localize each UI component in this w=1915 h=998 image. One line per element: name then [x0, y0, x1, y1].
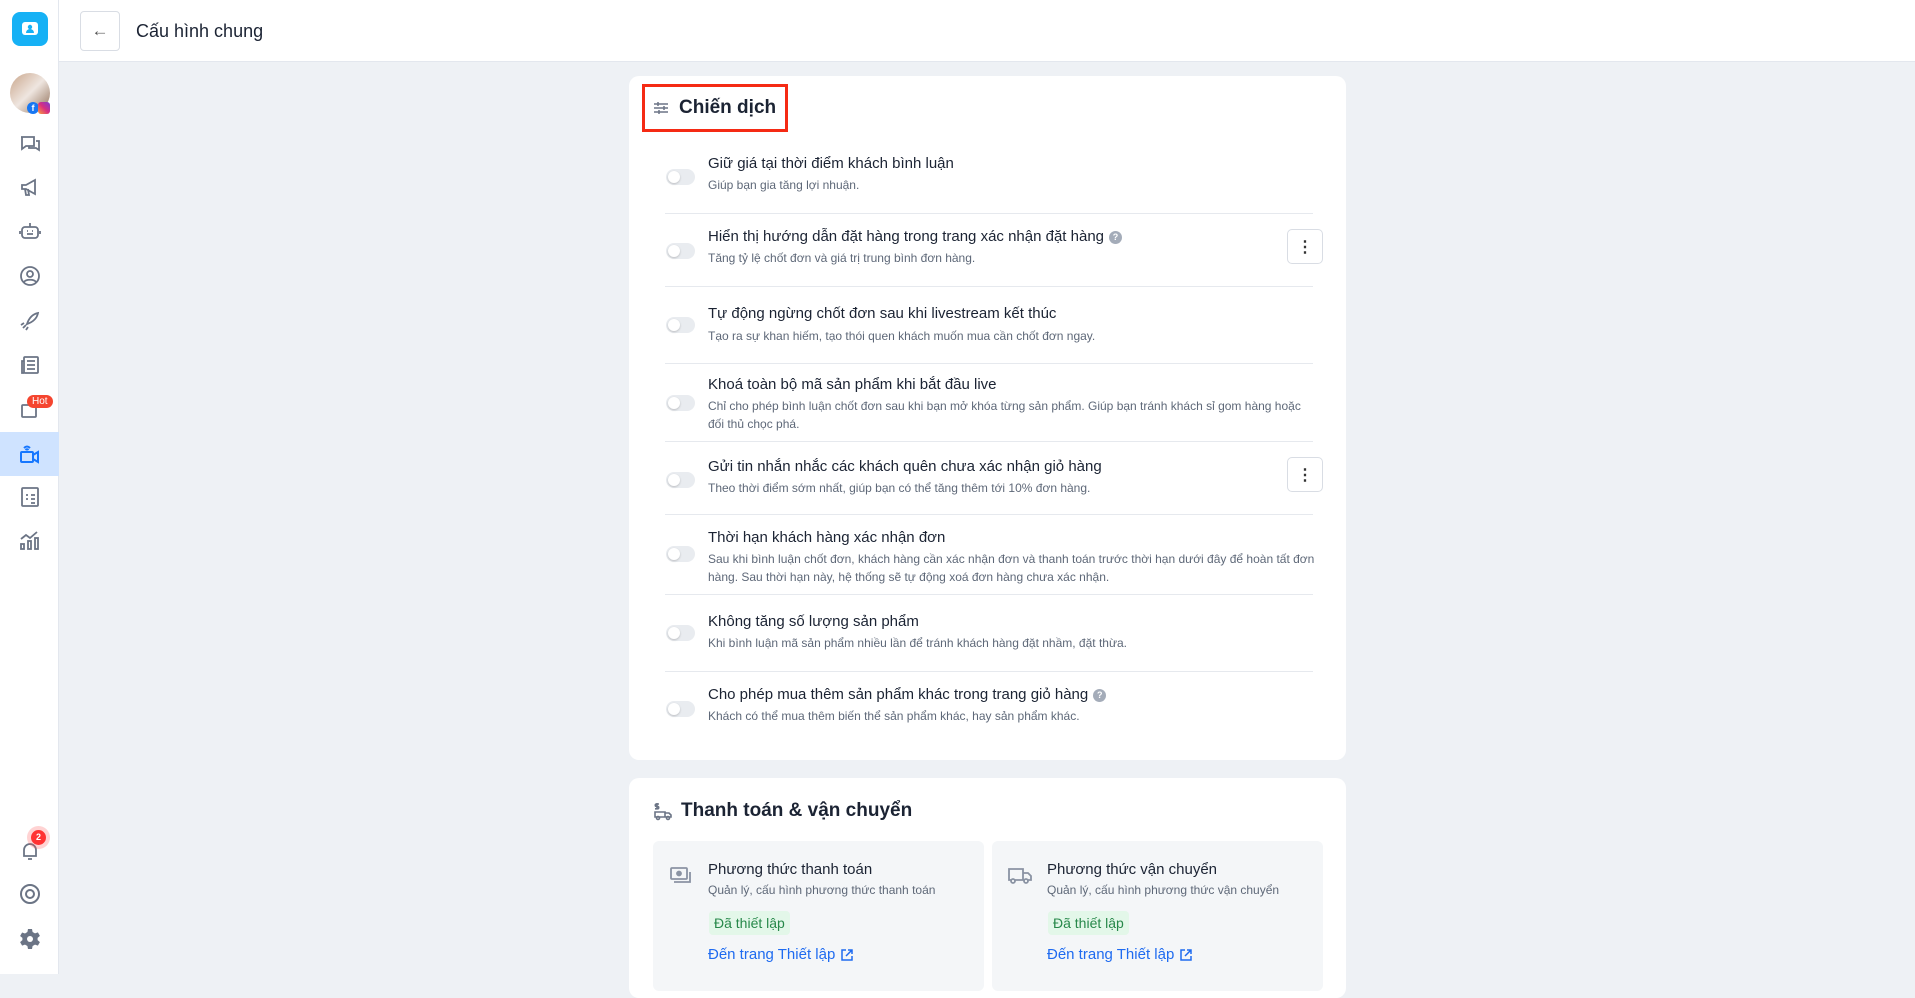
setting-title: Khoá toàn bộ mã sản phẩm khi bắt đầu liv…: [708, 376, 997, 393]
truck-icon: [1008, 868, 1032, 884]
setting-row: Gửi tin nhắn nhắc các khách quên chưa xá…: [665, 442, 1323, 515]
newspaper-icon: [20, 356, 39, 374]
arrow-left-icon: ←: [91, 21, 109, 40]
setting-toggle[interactable]: [666, 169, 695, 185]
setting-toggle[interactable]: [666, 317, 695, 333]
setting-toggle[interactable]: [666, 701, 695, 717]
sidebar-item-orders[interactable]: [0, 477, 59, 517]
page-title: Cấu hình chung: [136, 21, 264, 41]
setting-row: Thời hạn khách hàng xác nhận đơn Sau khi…: [665, 515, 1314, 595]
section-title-text: Thanh toán & vận chuyển: [681, 800, 913, 821]
payment-method-card: Phương thức thanh toán Quản lý, cấu hình…: [653, 841, 984, 991]
kebab-icon: ⋮: [1297, 238, 1313, 256]
sidebar-item-conversations[interactable]: [0, 124, 59, 164]
chat-icon: [20, 136, 40, 152]
section-title-text: Chiến dịch: [679, 97, 777, 118]
lifebuoy-icon: [19, 884, 40, 904]
link-text: Đến trang Thiết lập: [1047, 946, 1175, 963]
chart-icon: [19, 531, 39, 550]
card-title: Phương thức thanh toán: [708, 861, 873, 878]
setting-title: Tự động ngừng chốt đơn sau khi livestrea…: [708, 305, 1057, 322]
setting-toggle[interactable]: [666, 472, 695, 488]
settings-button[interactable]: [0, 919, 59, 959]
setting-title: Thời hạn khách hàng xác nhận đơn: [708, 529, 946, 546]
card-title: Phương thức vận chuyển: [1047, 861, 1218, 878]
sidebar-item-campaigns[interactable]: [0, 168, 59, 208]
setting-row: Giữ giá tại thời điểm khách bình luận Gi…: [665, 143, 1313, 214]
sidebar-item-chatbot[interactable]: [0, 212, 59, 252]
kebab-icon: ⋮: [1297, 466, 1313, 484]
setting-toggle[interactable]: [666, 243, 695, 259]
setting-toggle[interactable]: [666, 395, 695, 411]
setting-toggle[interactable]: [666, 546, 695, 562]
setting-desc: Giúp bạn gia tăng lợi nhuận.: [708, 178, 860, 192]
back-button[interactable]: ←: [80, 11, 120, 51]
setting-title: Cho phép mua thêm sản phẩm khác trong tr…: [708, 686, 1089, 703]
invoice-icon: [20, 487, 39, 507]
hot-badge: Hot: [27, 395, 53, 408]
shipping-method-card: Phương thức vận chuyển Quản lý, cấu hình…: [992, 841, 1323, 991]
setting-desc: Sau khi bình luận chốt đơn, khách hàng c…: [708, 552, 1315, 584]
help-icon[interactable]: ?: [1109, 231, 1122, 244]
sliders-icon: [654, 102, 668, 114]
setting-row: Hiển thị hướng dẫn đặt hàng trong trang …: [665, 214, 1323, 287]
card-desc: Quản lý, cấu hình phương thức vận chuyển: [1047, 883, 1280, 897]
external-link-icon: [1180, 948, 1193, 961]
notifications-button[interactable]: [0, 831, 59, 871]
status-badge: Đã thiết lập: [709, 911, 790, 935]
notification-count-badge: 2: [31, 830, 46, 845]
setting-row: Tự động ngừng chốt đơn sau khi livestrea…: [665, 287, 1313, 364]
setting-row: Khoá toàn bộ mã sản phẩm khi bắt đầu liv…: [665, 364, 1313, 442]
sidebar-item-posts[interactable]: [0, 345, 59, 385]
setting-desc: Khách có thể mua thêm biến thể sản phẩm …: [708, 709, 1080, 723]
setting-desc: Tạo ra sự khan hiếm, tạo thói quen khách…: [708, 329, 1096, 343]
campaign-settings-card: Chiến dịch Giữ giá tại thời điểm khách b…: [629, 76, 1346, 760]
sidebar-item-reports[interactable]: [0, 521, 59, 561]
setting-desc: Theo thời điểm sớm nhất, giúp bạn có thể…: [708, 481, 1091, 495]
go-to-settings-link[interactable]: Đến trang Thiết lập: [708, 946, 854, 963]
instagram-icon: [38, 102, 50, 114]
sidebar-item-boost[interactable]: [0, 301, 59, 341]
more-options-button[interactable]: ⋮: [1287, 457, 1323, 492]
more-options-button[interactable]: ⋮: [1287, 229, 1323, 264]
cash-icon: [670, 867, 691, 883]
payment-shipping-card: Thanh toán & vận chuyển Phương thức than…: [629, 778, 1346, 998]
setting-row: Cho phép mua thêm sản phẩm khác trong tr…: [665, 672, 1313, 747]
setting-row: Không tăng số lượng sản phẩm Khi bình lu…: [665, 595, 1313, 672]
status-badge: Đã thiết lập: [1048, 911, 1129, 935]
setting-title: Không tăng số lượng sản phẩm: [708, 613, 919, 630]
delivery-money-icon: [654, 803, 672, 821]
page-avatar[interactable]: f: [10, 73, 50, 114]
megaphone-icon: [20, 178, 36, 196]
setting-toggle[interactable]: [666, 625, 695, 641]
sidebar: f Hot 2: [0, 0, 59, 974]
go-to-settings-link[interactable]: Đến trang Thiết lập: [1047, 946, 1193, 963]
card-desc: Quản lý, cấu hình phương thức thanh toán: [708, 883, 936, 897]
gear-icon: [19, 929, 40, 949]
robot-icon: [18, 223, 41, 239]
section-title: Chiến dịch: [642, 84, 789, 132]
setting-title: Hiển thị hướng dẫn đặt hàng trong trang …: [708, 228, 1104, 245]
setting-title: Giữ giá tại thời điểm khách bình luận: [708, 155, 954, 172]
setting-desc: Khi bình luận mã sản phẩm nhiều lần để t…: [708, 636, 1127, 650]
setting-desc: Tăng tỷ lệ chốt đơn và giá trị trung bìn…: [708, 251, 976, 265]
link-text: Đến trang Thiết lập: [708, 946, 836, 963]
setting-title: Gửi tin nhắn nhắc các khách quên chưa xá…: [708, 458, 1102, 475]
external-link-icon: [841, 948, 854, 961]
sidebar-item-livestream[interactable]: [0, 432, 59, 476]
help-icon[interactable]: ?: [1093, 689, 1107, 702]
app-logo-icon[interactable]: [12, 12, 48, 46]
video-camera-icon: [19, 445, 39, 464]
sidebar-item-customers[interactable]: [0, 256, 59, 296]
section-title: Thanh toán & vận chuyển: [653, 800, 912, 822]
help-button[interactable]: [0, 874, 59, 914]
page-header: ← Cấu hình chung: [59, 0, 1915, 62]
rocket-icon: [20, 311, 39, 331]
setting-desc: Chỉ cho phép bình luận chốt đơn sau khi …: [708, 399, 1301, 431]
user-circle-icon: [19, 266, 40, 286]
